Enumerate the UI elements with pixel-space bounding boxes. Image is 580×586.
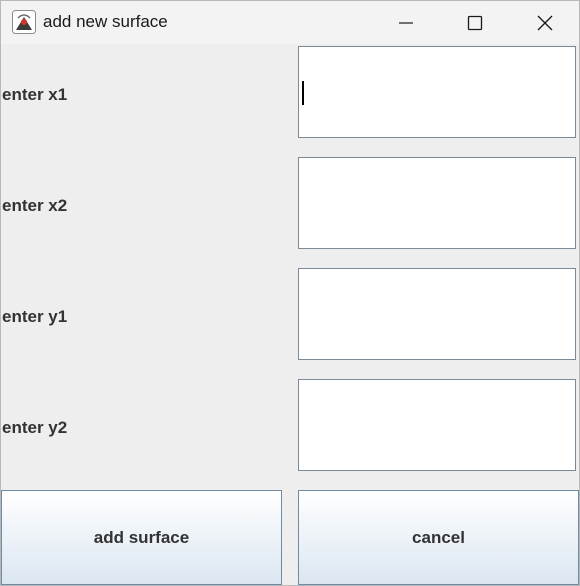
window-title: add new surface: [43, 12, 168, 31]
y1-input[interactable]: [298, 268, 576, 360]
minimize-icon: [399, 21, 413, 24]
java-icon: [12, 10, 36, 34]
maximize-button[interactable]: [452, 1, 498, 44]
close-icon: [537, 15, 553, 30]
minimize-button[interactable]: [383, 1, 429, 44]
dialog-window: add new surface enter x1 enter x2 enter …: [0, 0, 580, 586]
add-surface-button[interactable]: add surface: [1, 490, 282, 585]
cancel-button[interactable]: cancel: [298, 490, 579, 585]
y1-label: enter y1: [2, 307, 68, 326]
y2-input[interactable]: [298, 379, 576, 471]
text-caret: [302, 81, 304, 105]
x2-label: enter x2: [2, 196, 68, 215]
maximize-icon: [467, 15, 483, 30]
y2-label: enter y2: [2, 418, 68, 437]
title-bar[interactable]: add new surface: [1, 1, 579, 44]
form-panel: enter x1 enter x2 enter y1 enter y2 add …: [1, 45, 579, 585]
x2-input[interactable]: [298, 157, 576, 249]
close-button[interactable]: [522, 1, 568, 44]
x1-label: enter x1: [2, 85, 68, 104]
x1-input[interactable]: [298, 46, 576, 138]
